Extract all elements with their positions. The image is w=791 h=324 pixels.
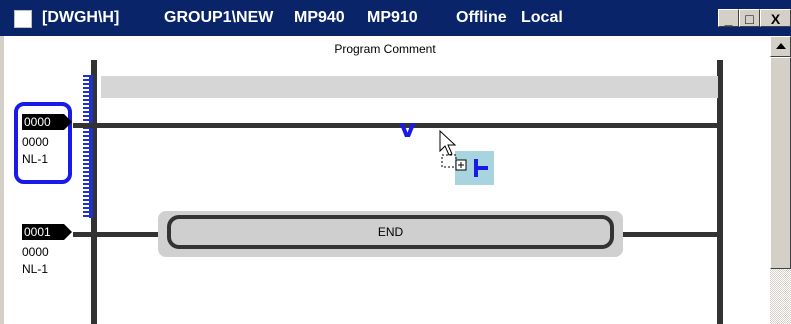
rung-comment-bar[interactable] (101, 76, 718, 98)
title-mode: Offline (456, 9, 507, 26)
restore-button[interactable]: □ (739, 9, 760, 27)
title-model-2: MP910 (367, 9, 418, 26)
title-group: GROUP1\NEW (164, 9, 274, 26)
ladder-canvas[interactable]: Program Comment 0000 0000 NL-1 0001 0000… (0, 36, 770, 324)
rung-1-line-left (73, 232, 167, 237)
rung-0-line3: NL-1 (22, 152, 49, 166)
title-drawing: [DWGH\H] (42, 9, 120, 26)
minimize-button[interactable]: _ (718, 9, 739, 27)
rung-1-step-number[interactable]: 0001 (22, 224, 72, 240)
right-power-rail (717, 60, 723, 324)
rung-0-step-number[interactable]: 0000 (22, 114, 72, 130)
title-connection: Local (521, 9, 563, 26)
vertical-scrollbar[interactable] (770, 36, 791, 324)
scroll-thumb[interactable] (770, 57, 791, 269)
title-model-1: MP940 (294, 9, 345, 26)
rung-1-line3: NL-1 (22, 262, 49, 276)
scroll-up-arrow-icon[interactable] (770, 36, 791, 57)
rung-0-line[interactable] (73, 123, 723, 128)
end-instruction[interactable]: END (167, 215, 614, 249)
drag-copy-cursor-icon (439, 129, 467, 171)
system-menu-icon[interactable] (14, 10, 32, 28)
title-bar[interactable]: [DWGH\H] GROUP1\NEW MP940 MP910 Offline … (0, 0, 791, 36)
window-frame-edge (0, 36, 4, 324)
program-comment-header[interactable]: Program Comment (0, 42, 770, 56)
ladder-editor-window: [DWGH\H] GROUP1\NEW MP940 MP910 Offline … (0, 0, 791, 324)
rung-1-line2: 0000 (22, 245, 49, 259)
rung-1-line-right (612, 232, 720, 237)
selection-ruler-stem (89, 75, 93, 218)
insert-position-marker: v (399, 114, 416, 144)
close-button[interactable]: X (760, 9, 791, 27)
rung-0-line2: 0000 (22, 135, 49, 149)
